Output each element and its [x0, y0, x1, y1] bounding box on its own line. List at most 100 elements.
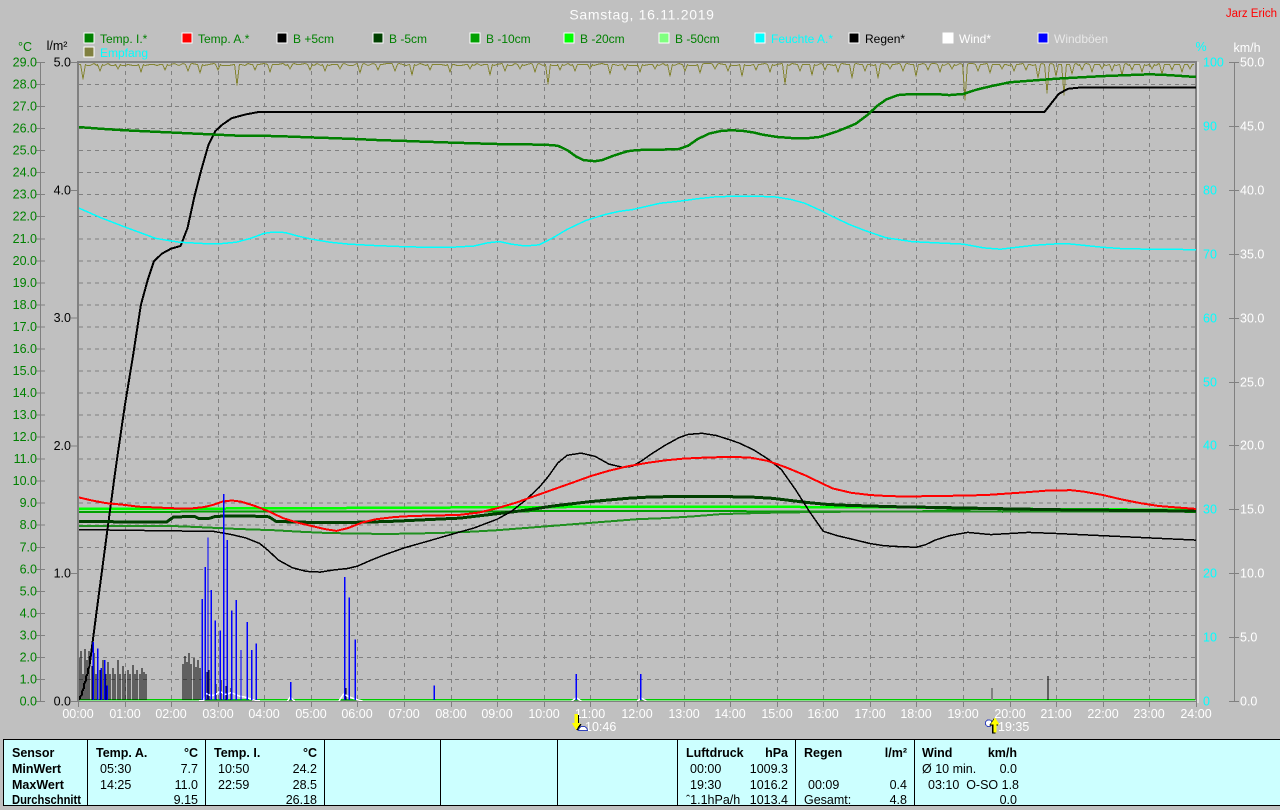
svg-text:09:00: 09:00	[481, 707, 512, 721]
svg-text:1016.2: 1016.2	[750, 778, 788, 792]
svg-text:08:00: 08:00	[435, 707, 466, 721]
svg-text:17:00: 17:00	[854, 707, 885, 721]
svg-text:15.0: 15.0	[13, 364, 37, 378]
svg-text:ˆ1.1hPa/h: ˆ1.1hPa/h	[686, 793, 740, 807]
svg-text:Ø 10 min.: Ø 10 min.	[922, 762, 976, 776]
svg-text:0.4: 0.4	[890, 778, 907, 792]
svg-text:16:00: 16:00	[807, 707, 838, 721]
svg-text:O-SO 1.8: O-SO 1.8	[966, 778, 1019, 792]
svg-text:00:09: 00:09	[808, 778, 839, 792]
svg-text:8.0: 8.0	[20, 518, 37, 532]
svg-text:30: 30	[1203, 503, 1217, 517]
svg-text:23.0: 23.0	[13, 188, 37, 202]
svg-text:7.7: 7.7	[181, 762, 198, 776]
svg-text:11.0: 11.0	[175, 778, 198, 792]
svg-text:18.0: 18.0	[13, 298, 37, 312]
svg-text:Durchschnitt: Durchschnitt	[12, 793, 82, 807]
svg-text:19:00: 19:00	[947, 707, 978, 721]
svg-text:B -10cm: B -10cm	[486, 32, 531, 46]
svg-text:5.0: 5.0	[20, 584, 37, 598]
svg-text:100: 100	[1203, 56, 1224, 70]
svg-text:14:00: 14:00	[714, 707, 745, 721]
svg-text:28.5: 28.5	[293, 778, 317, 792]
svg-text:2.0: 2.0	[54, 439, 71, 453]
svg-text:Feuchte A.*: Feuchte A.*	[771, 32, 833, 46]
svg-text:07:00: 07:00	[388, 707, 419, 721]
svg-text:20.0: 20.0	[13, 254, 37, 268]
svg-text:50: 50	[1203, 376, 1217, 390]
svg-text:l/m²: l/m²	[885, 746, 907, 760]
svg-text:°C: °C	[18, 40, 32, 54]
svg-text:6.0: 6.0	[20, 562, 37, 576]
svg-text:10.0: 10.0	[13, 474, 37, 488]
svg-text:04:00: 04:00	[248, 707, 279, 721]
svg-text:03:10: 03:10	[928, 778, 959, 792]
svg-text:23:00: 23:00	[1133, 707, 1164, 721]
svg-text:11:00: 11:00	[575, 707, 605, 721]
svg-text:10: 10	[1203, 631, 1217, 645]
svg-text:26.18: 26.18	[286, 793, 317, 807]
svg-text:Temp. A.: Temp. A.	[96, 746, 147, 760]
svg-text:9.0: 9.0	[20, 496, 37, 510]
svg-text:3.0: 3.0	[20, 628, 37, 642]
svg-text:35.0: 35.0	[1240, 248, 1264, 262]
svg-text:06:00: 06:00	[341, 707, 372, 721]
svg-text:19:35: 19:35	[998, 720, 1029, 734]
svg-text:0.0: 0.0	[1000, 793, 1017, 807]
svg-text:15:00: 15:00	[761, 707, 792, 721]
svg-text:11.0: 11.0	[14, 452, 37, 466]
svg-text:km/h: km/h	[1233, 41, 1260, 55]
svg-text:60: 60	[1203, 312, 1217, 326]
svg-text:B +5cm: B +5cm	[293, 32, 334, 46]
svg-text:Samstag, 16.11.2019: Samstag, 16.11.2019	[569, 7, 714, 23]
svg-text:9.15: 9.15	[174, 793, 198, 807]
svg-text:29.0: 29.0	[13, 56, 37, 70]
svg-text:2.0: 2.0	[20, 650, 37, 664]
svg-text:°C: °C	[303, 746, 317, 760]
svg-text:13.0: 13.0	[13, 408, 37, 422]
svg-text:3.0: 3.0	[54, 311, 71, 325]
svg-text:12.0: 12.0	[13, 430, 37, 444]
svg-text:0.0: 0.0	[20, 695, 37, 709]
svg-text:10:00: 10:00	[528, 707, 559, 721]
svg-text:Temp. I.: Temp. I.	[214, 746, 260, 760]
svg-text:5.0: 5.0	[54, 56, 71, 70]
svg-text:18:00: 18:00	[900, 707, 931, 721]
svg-text:40: 40	[1203, 439, 1217, 453]
svg-text:1.0: 1.0	[54, 567, 71, 581]
svg-text:Temp. A.*: Temp. A.*	[198, 32, 250, 46]
svg-text:02:00: 02:00	[155, 707, 186, 721]
svg-text:24:00: 24:00	[1180, 707, 1211, 721]
svg-text:km/h: km/h	[988, 746, 1017, 760]
svg-text:Gesamt:: Gesamt:	[804, 793, 851, 807]
svg-text:24.0: 24.0	[13, 166, 37, 180]
svg-text:50.0: 50.0	[1240, 56, 1264, 70]
svg-text:22:00: 22:00	[1087, 707, 1118, 721]
svg-text:00:00: 00:00	[690, 762, 721, 776]
svg-text:0.0: 0.0	[1240, 695, 1257, 709]
svg-text:40.0: 40.0	[1240, 184, 1264, 198]
svg-text:22:59: 22:59	[218, 778, 249, 792]
svg-text:14:25: 14:25	[100, 778, 131, 792]
svg-text:%: %	[1195, 40, 1206, 54]
svg-text:4.0: 4.0	[20, 606, 37, 620]
svg-text:MinWert: MinWert	[12, 762, 62, 776]
svg-text:20:00: 20:00	[994, 707, 1025, 721]
svg-text:20.0: 20.0	[1240, 439, 1264, 453]
svg-text:13:00: 13:00	[668, 707, 699, 721]
svg-text:03:00: 03:00	[202, 707, 233, 721]
svg-text:hPa: hPa	[765, 746, 789, 760]
svg-text:B -5cm: B -5cm	[389, 32, 427, 46]
svg-text:22.0: 22.0	[13, 210, 37, 224]
svg-text:80: 80	[1203, 184, 1217, 198]
svg-text:Luftdruck: Luftdruck	[686, 746, 744, 760]
svg-text:l/m²: l/m²	[47, 39, 68, 53]
svg-text:17.0: 17.0	[13, 320, 37, 334]
svg-text:0.0: 0.0	[1000, 762, 1017, 776]
svg-text:Regen: Regen	[804, 746, 842, 760]
svg-text:27.0: 27.0	[13, 100, 37, 114]
svg-text:16.0: 16.0	[13, 342, 37, 356]
svg-text:7.0: 7.0	[20, 540, 37, 554]
svg-text:Regen*: Regen*	[865, 32, 905, 46]
svg-text:21:00: 21:00	[1040, 707, 1071, 721]
